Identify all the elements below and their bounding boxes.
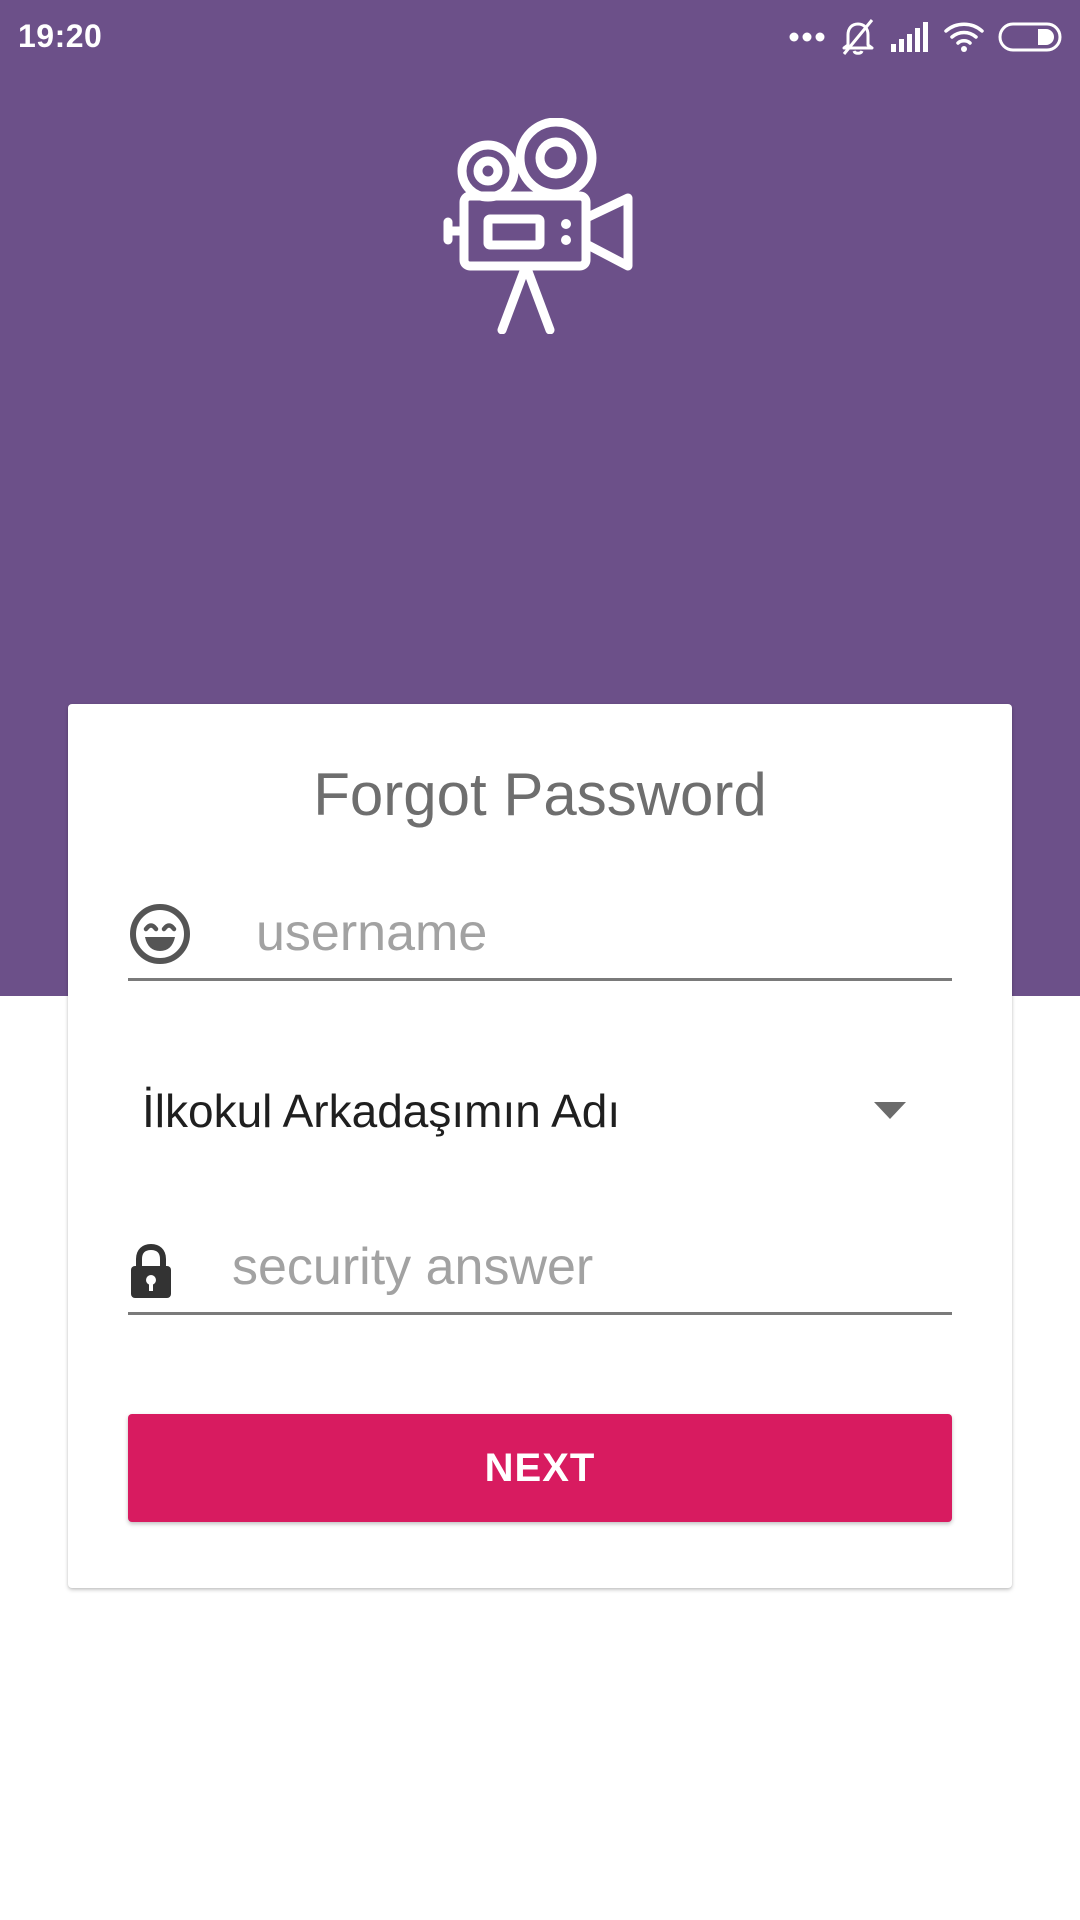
smiley-icon bbox=[130, 904, 190, 964]
status-bar: 19:20 bbox=[0, 0, 1080, 74]
username-input[interactable] bbox=[256, 898, 946, 968]
security-answer-input[interactable] bbox=[232, 1232, 946, 1302]
page-title: Forgot Password bbox=[313, 761, 767, 828]
security-question-dropdown[interactable]: İlkokul Arkadaşımın Adı bbox=[128, 1064, 952, 1160]
dropdown-arrow-icon bbox=[874, 1102, 906, 1119]
signal-icon bbox=[891, 22, 928, 52]
wifi-icon bbox=[944, 22, 984, 52]
lock-icon bbox=[131, 1244, 171, 1298]
username-field bbox=[128, 878, 952, 981]
forgot-password-card: Forgot Password İlkokul Arkadaşımın Adı … bbox=[68, 704, 1012, 1588]
movie-camera-icon bbox=[443, 118, 633, 334]
security-question-value: İlkokul Arkadaşımın Adı bbox=[142, 1085, 621, 1137]
next-button[interactable]: NEXT bbox=[128, 1414, 952, 1522]
battery-icon bbox=[998, 22, 1062, 52]
status-time: 19:20 bbox=[18, 18, 103, 54]
notifications-off-icon bbox=[842, 19, 874, 55]
more-dots-icon bbox=[789, 32, 825, 42]
security-answer-field bbox=[128, 1212, 952, 1315]
status-icons bbox=[788, 14, 1064, 60]
